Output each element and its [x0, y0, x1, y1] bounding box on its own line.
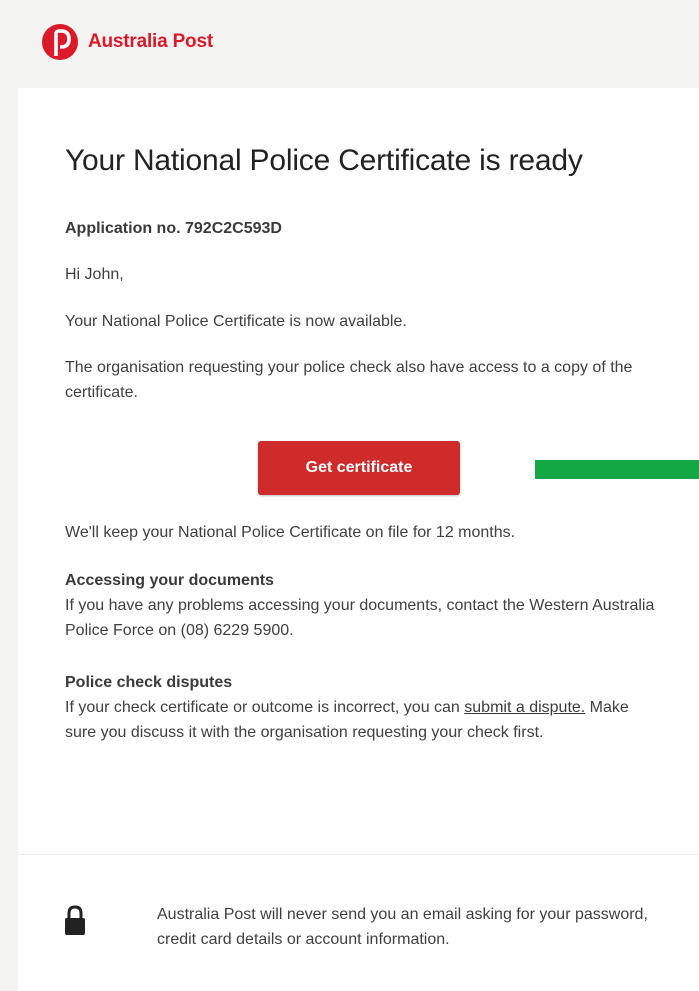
keep-on-file-text: We'll keep your National Police Certific…: [65, 524, 516, 541]
police-check-disputes-body: If your check certificate or outcome is …: [65, 695, 655, 745]
australia-post-logo-icon: [42, 24, 78, 60]
certificate-available-text: Your National Police Certificate is now …: [65, 313, 407, 330]
organisation-access-text: The organisation requesting your police …: [65, 359, 633, 401]
security-notice: Australia Post will never send you an em…: [157, 906, 648, 948]
get-certificate-button[interactable]: Get certificate: [258, 441, 460, 495]
dispute-text-before: If your check certificate or outcome is …: [65, 699, 465, 716]
email-title: Your National Police Certificate is read…: [65, 144, 583, 177]
email-header: Australia Post: [0, 0, 699, 88]
brand-name: Australia Post: [88, 31, 213, 52]
email-card: Your National Police Certificate is read…: [18, 88, 699, 991]
green-accent-bar: [535, 460, 699, 479]
lock-icon: [65, 905, 85, 935]
australia-post-logo[interactable]: Australia Post: [42, 24, 213, 60]
submit-dispute-link[interactable]: submit a dispute.: [464, 699, 585, 716]
accessing-documents-body: If you have any problems accessing your …: [65, 597, 655, 639]
footer-divider: [18, 854, 699, 855]
accessing-documents-heading: Accessing your documents: [65, 572, 274, 589]
application-number: Application no. 792C2C593D: [65, 220, 282, 237]
greeting: Hi John,: [65, 266, 124, 283]
police-check-disputes-heading: Police check disputes: [65, 674, 233, 691]
